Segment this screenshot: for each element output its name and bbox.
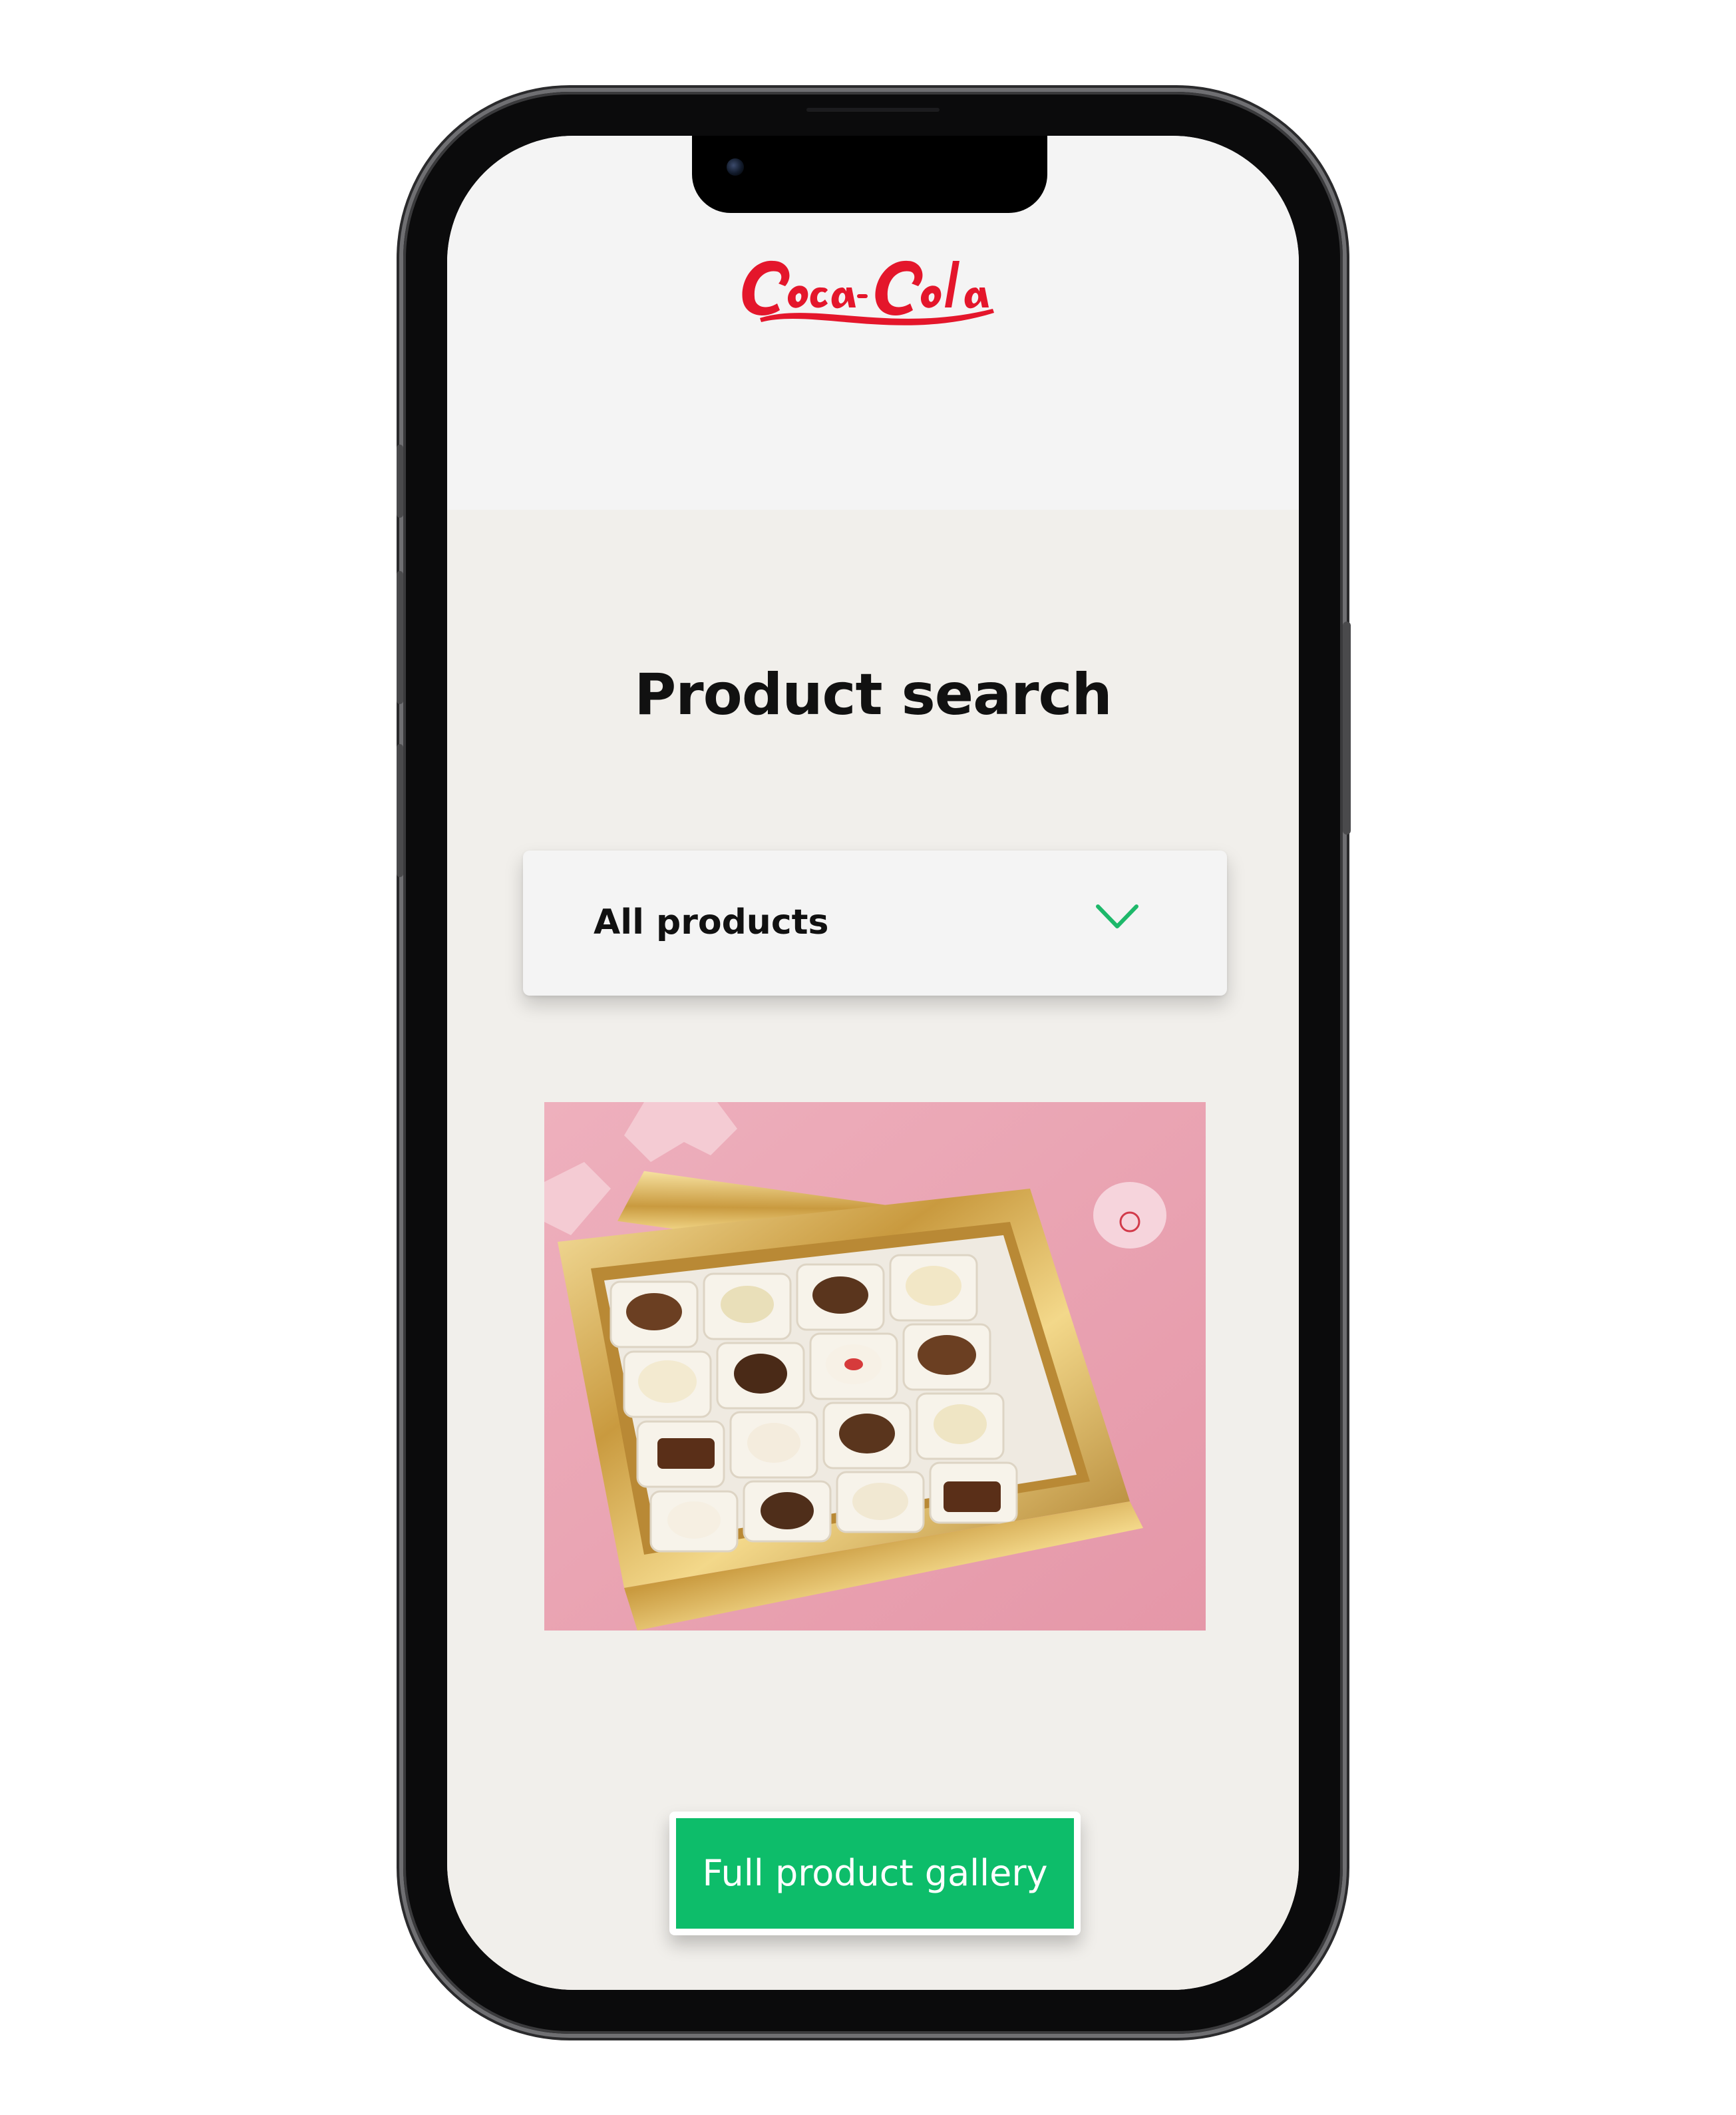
mute-switch [397, 445, 403, 518]
brand-logo[interactable] [447, 234, 1299, 337]
chevron-down-icon [1096, 904, 1138, 928]
full-product-gallery-button[interactable]: Full product gallery [669, 1812, 1081, 1935]
product-image[interactable] [544, 1102, 1206, 1631]
power-button [1343, 622, 1351, 835]
product-filter-dropdown[interactable]: All products [523, 851, 1227, 996]
phone-frame: Product search All products Full product… [397, 92, 1351, 2034]
notch [692, 136, 1047, 213]
page-title: Product search [634, 662, 1113, 728]
earpiece-speaker [806, 108, 940, 112]
phone-screen: Product search All products Full product… [447, 136, 1299, 1990]
volume-up-button [397, 571, 403, 704]
full-product-gallery-label: Full product gallery [676, 1818, 1074, 1929]
page: Product search All products Full product… [0, 0, 1736, 2115]
product-filter-selected: All products [594, 902, 829, 942]
front-camera [727, 158, 744, 176]
chocolate-box-image [544, 1102, 1206, 1631]
coca-cola-logo-icon [742, 260, 994, 325]
main-content: Product search All products Full product… [447, 510, 1299, 1990]
volume-down-button [397, 744, 403, 877]
